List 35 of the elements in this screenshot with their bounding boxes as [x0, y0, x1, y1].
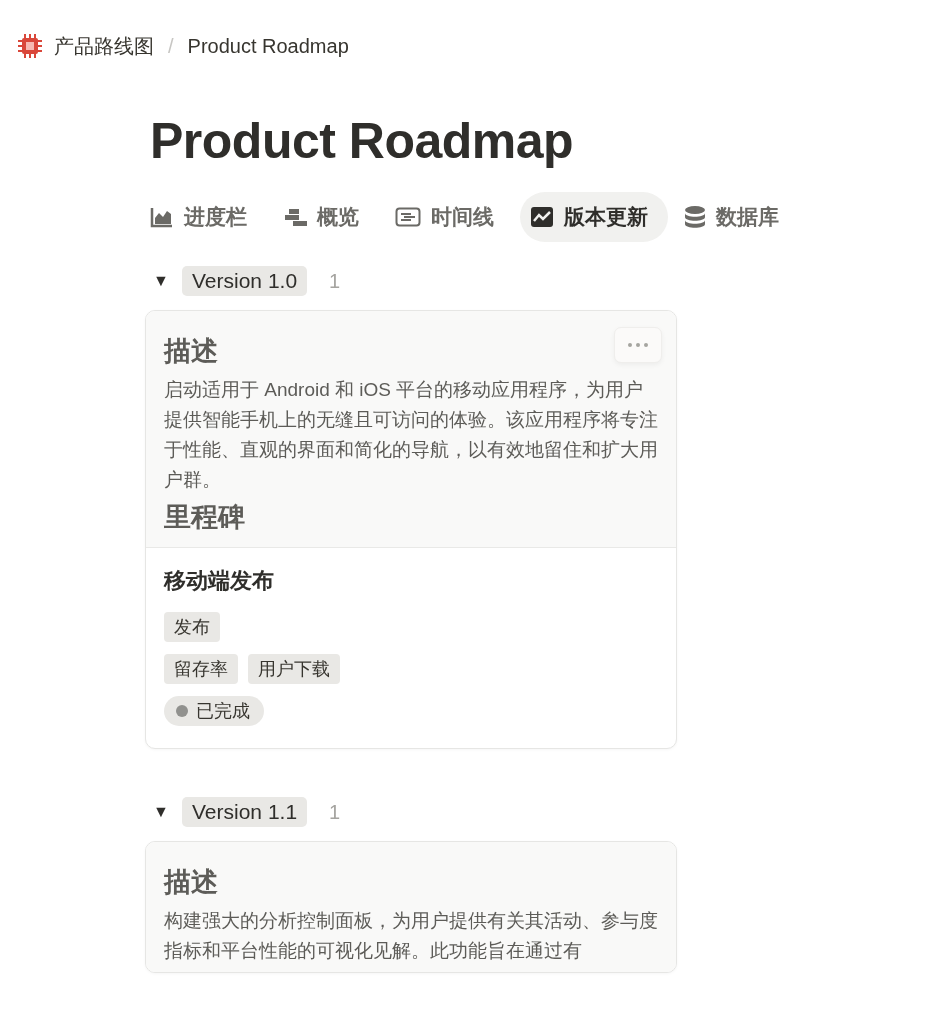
section-heading: 描述 [164, 335, 218, 368]
description-text: 启动适用于 Android 和 iOS 平台的移动应用程序，为用户提供智能手机上的无缝且可访问的体验。该应用程序将专注于性能、直观的界面和简化的导航，以有效地留住和扩大用户群。 [164, 378, 658, 492]
view-tab[interactable]: 概览 [273, 192, 379, 242]
breadcrumb-workspace[interactable]: 产品路线图 [54, 32, 154, 60]
chip-icon [16, 32, 44, 60]
more-button[interactable] [614, 327, 662, 363]
line-chart-icon [530, 206, 554, 228]
breadcrumb-page[interactable]: Product Roadmap [187, 34, 349, 58]
group-toggle[interactable]: ▼ [150, 803, 172, 821]
tag: 用户下载 [248, 654, 340, 684]
group-count: 1 [329, 269, 341, 293]
group-label: Version 1.1 [182, 797, 308, 827]
timeline-icon [395, 207, 421, 227]
view-tab[interactable]: 版本更新 [520, 192, 668, 242]
section-heading: 里程碑 [164, 501, 245, 534]
status-label: 已完成 [196, 700, 250, 723]
database-icon [684, 205, 706, 229]
tag: 留存率 [164, 654, 238, 684]
section-heading: 描述 [164, 866, 218, 899]
view-tab[interactable]: 进度栏 [140, 192, 267, 242]
tag: 发布 [164, 612, 220, 642]
view-tab[interactable]: 数据库 [674, 192, 799, 242]
roadmap-card[interactable]: 描述 构建强大的分析控制面板，为用户提供有关其活动、参与度指标和平台性能的可视化见解。此功能旨在通过有 [145, 841, 677, 973]
dots-icon [627, 342, 649, 348]
milestone-title: 移动端发布 [164, 567, 275, 595]
breadcrumb-separator: / [168, 34, 174, 58]
roadmap-card[interactable]: 描述 启动适用于 Android 和 iOS 平台的移动应用程序，为用户提供智能手机上的无缝且可访问的体验。该应用程序将专注于性能、直观的界面和简化的导航，以有效地留住和扩大用户群。 里程碑 移动端发布 发布 留存率 用户下载 已完成 [145, 310, 677, 749]
view-tab[interactable]: 时间线 [385, 192, 514, 242]
group-count: 1 [329, 800, 341, 824]
description-text: 构建强大的分析控制面板，为用户提供有关其活动、参与度指标和平台性能的可视化见解。此功能旨在通过有 [164, 909, 658, 963]
stacked-bars-icon [283, 207, 307, 227]
group-toggle[interactable]: ▼ [150, 272, 172, 290]
area-chart-icon [150, 206, 174, 228]
page-title: Product Roadmap [150, 112, 575, 170]
group-label: Version 1.0 [182, 266, 308, 296]
